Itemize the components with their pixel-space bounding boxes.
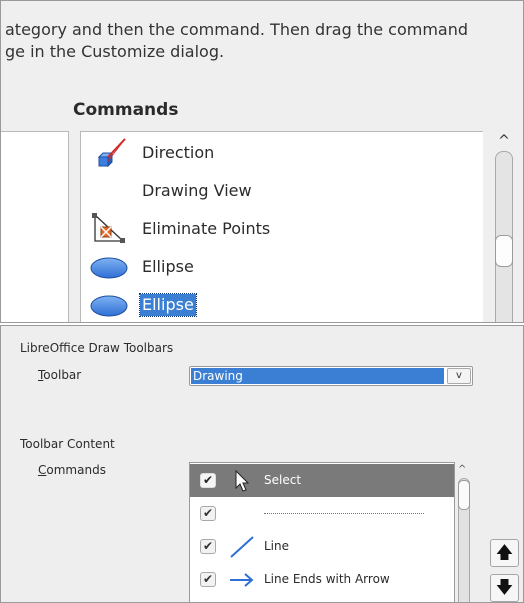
toolbar-item-label: Select	[264, 473, 302, 487]
commands-label: Commands	[38, 463, 106, 477]
arrow-up-icon: 🡅	[495, 543, 514, 563]
toolbar-select[interactable]: Drawing v	[189, 366, 473, 386]
toolbar-item-line-arrow[interactable]: ✔ Line Ends with Arrow	[190, 563, 454, 596]
chevron-down-icon[interactable]: v	[447, 368, 471, 384]
commands-scrollbar[interactable]: ^	[490, 131, 520, 322]
category-list[interactable]	[1, 131, 69, 322]
line-icon	[230, 536, 254, 558]
command-item-eliminate-points[interactable]: Eliminate Points	[81, 210, 484, 248]
checkbox-checked[interactable]: ✔	[200, 506, 216, 521]
command-item-ellipse[interactable]: Ellipse	[81, 248, 484, 286]
scroll-up-arrow-icon[interactable]: ^	[458, 464, 466, 475]
toolbar-item-select[interactable]: ✔ Select	[190, 464, 454, 497]
toolbar-item-label: Line Ends with Arrow	[264, 572, 390, 586]
toolbar-content-scrollbar[interactable]: ^	[456, 462, 472, 602]
command-item-ellipse-selected[interactable]: Ellipse	[81, 286, 484, 322]
toolbar-label: Toolbar	[38, 368, 81, 382]
commands-heading: Commands	[73, 100, 179, 120]
eliminate-points-icon	[92, 213, 125, 243]
checkbox-checked[interactable]: ✔	[200, 572, 216, 587]
group-label-toolbar-content: Toolbar Content	[20, 437, 115, 451]
scroll-up-arrow-icon[interactable]: ^	[496, 134, 512, 148]
move-down-button[interactable]: 🡇	[490, 574, 519, 602]
command-label: Eliminate Points	[142, 219, 271, 238]
command-label: Direction	[142, 143, 215, 162]
command-label: Drawing View	[142, 181, 252, 200]
instruction-line-1: ategory and then the command. Then drag …	[5, 20, 469, 39]
checkbox-checked[interactable]: ✔	[200, 539, 216, 554]
checkbox-checked[interactable]: ✔	[200, 473, 216, 488]
customize-commands-panel: ategory and then the command. Then drag …	[0, 0, 524, 323]
direction-icon	[97, 138, 126, 168]
arrow-icon	[230, 573, 254, 587]
arrow-down-icon: 🡇	[495, 578, 514, 598]
commands-label-rest: ommands	[46, 463, 106, 477]
toolbar-select-value: Drawing	[191, 368, 444, 384]
toolbar-content-list[interactable]: ✔ Select ✔ ✔ Line ✔ Line Ends with Arrow	[189, 462, 455, 602]
move-up-button[interactable]: 🡅	[490, 539, 519, 567]
commands-list[interactable]: Direction Drawing View Eliminate Points	[80, 131, 484, 322]
toolbar-item-label: Line	[264, 539, 290, 553]
command-item-direction[interactable]: Direction	[81, 134, 484, 172]
instruction-line-2: ge in the Customize dialog.	[5, 42, 225, 61]
command-label-selected: Ellipse	[139, 293, 197, 317]
toolbar-item-line[interactable]: ✔ Line	[190, 530, 454, 563]
toolbar-customize-panel: LibreOffice Draw Toolbars Toolbar Drawin…	[0, 325, 524, 603]
pointer-icon	[235, 469, 250, 492]
scrollbar-thumb[interactable]	[458, 480, 470, 510]
toolbar-label-rest: oolbar	[43, 368, 82, 382]
toolbar-item-separator[interactable]: ✔	[190, 497, 454, 530]
group-label-draw-toolbars: LibreOffice Draw Toolbars	[20, 341, 174, 355]
scrollbar-thumb[interactable]	[495, 235, 513, 267]
separator-line	[264, 513, 424, 514]
ellipse-icon	[90, 257, 128, 279]
ellipse-icon	[90, 295, 128, 317]
command-label: Ellipse	[142, 257, 194, 276]
instruction-text: ategory and then the command. Then drag …	[5, 19, 521, 63]
command-item-drawing-view[interactable]: Drawing View	[81, 172, 484, 210]
